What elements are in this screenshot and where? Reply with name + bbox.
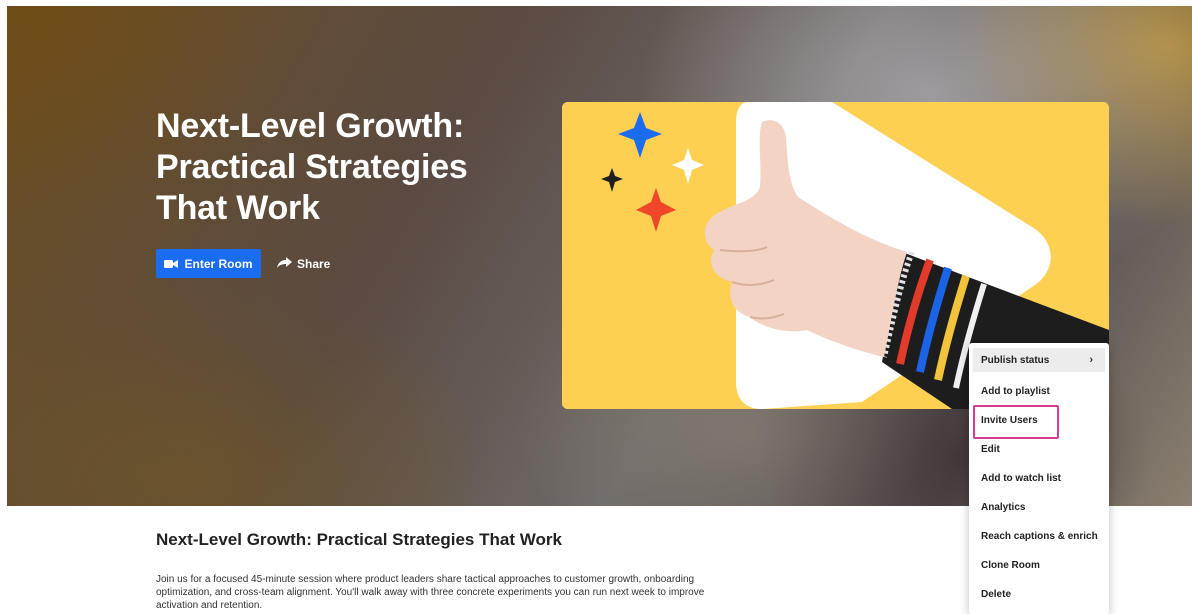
menu-item-analytics[interactable]: Analytics <box>969 493 1109 522</box>
share-button[interactable]: Share <box>277 253 330 275</box>
enter-room-button[interactable]: Enter Room <box>156 249 261 278</box>
enter-room-label: Enter Room <box>184 256 253 271</box>
menu-item-label: Add to watch list <box>981 473 1061 484</box>
menu-item-label: Add to playlist <box>981 386 1050 397</box>
menu-item-label: Analytics <box>981 502 1026 513</box>
menu-item-label: Edit <box>981 444 1000 455</box>
menu-item-label: Clone Room <box>981 560 1040 571</box>
menu-item-add-to-watch-list[interactable]: Add to watch list <box>969 464 1109 493</box>
menu-item-label: Delete <box>981 589 1012 600</box>
share-label: Share <box>297 257 331 271</box>
menu-item-add-to-playlist[interactable]: Add to playlist <box>969 377 1109 406</box>
description-title: Next-Level Growth: Practical Strategies … <box>156 530 562 549</box>
menu-item-invite-users[interactable]: Invite Users <box>969 406 1109 435</box>
menu-item-label: Publish status <box>981 354 1050 366</box>
menu-item-label: Reach captions & enrich <box>981 531 1098 542</box>
menu-item-edit[interactable]: Edit <box>969 435 1109 464</box>
menu-item-label: Invite Users <box>981 415 1038 426</box>
chevron-right-icon: › <box>1089 354 1093 366</box>
menu-item-reach-captions[interactable]: Reach captions & enrich <box>969 522 1109 551</box>
context-menu: Publish status › Add to playlist Invite … <box>969 343 1109 614</box>
menu-item-delete[interactable]: Delete <box>969 580 1109 609</box>
share-arrow-icon <box>277 256 292 272</box>
video-camera-icon <box>164 259 179 269</box>
menu-item-clone-room[interactable]: Clone Room <box>969 551 1109 580</box>
menu-item-publish-status[interactable]: Publish status › <box>973 348 1105 372</box>
hero-title: Next-Level Growth: Practical Strategies … <box>156 107 468 227</box>
description-text: Join us for a focused 45-minute session … <box>156 574 705 611</box>
